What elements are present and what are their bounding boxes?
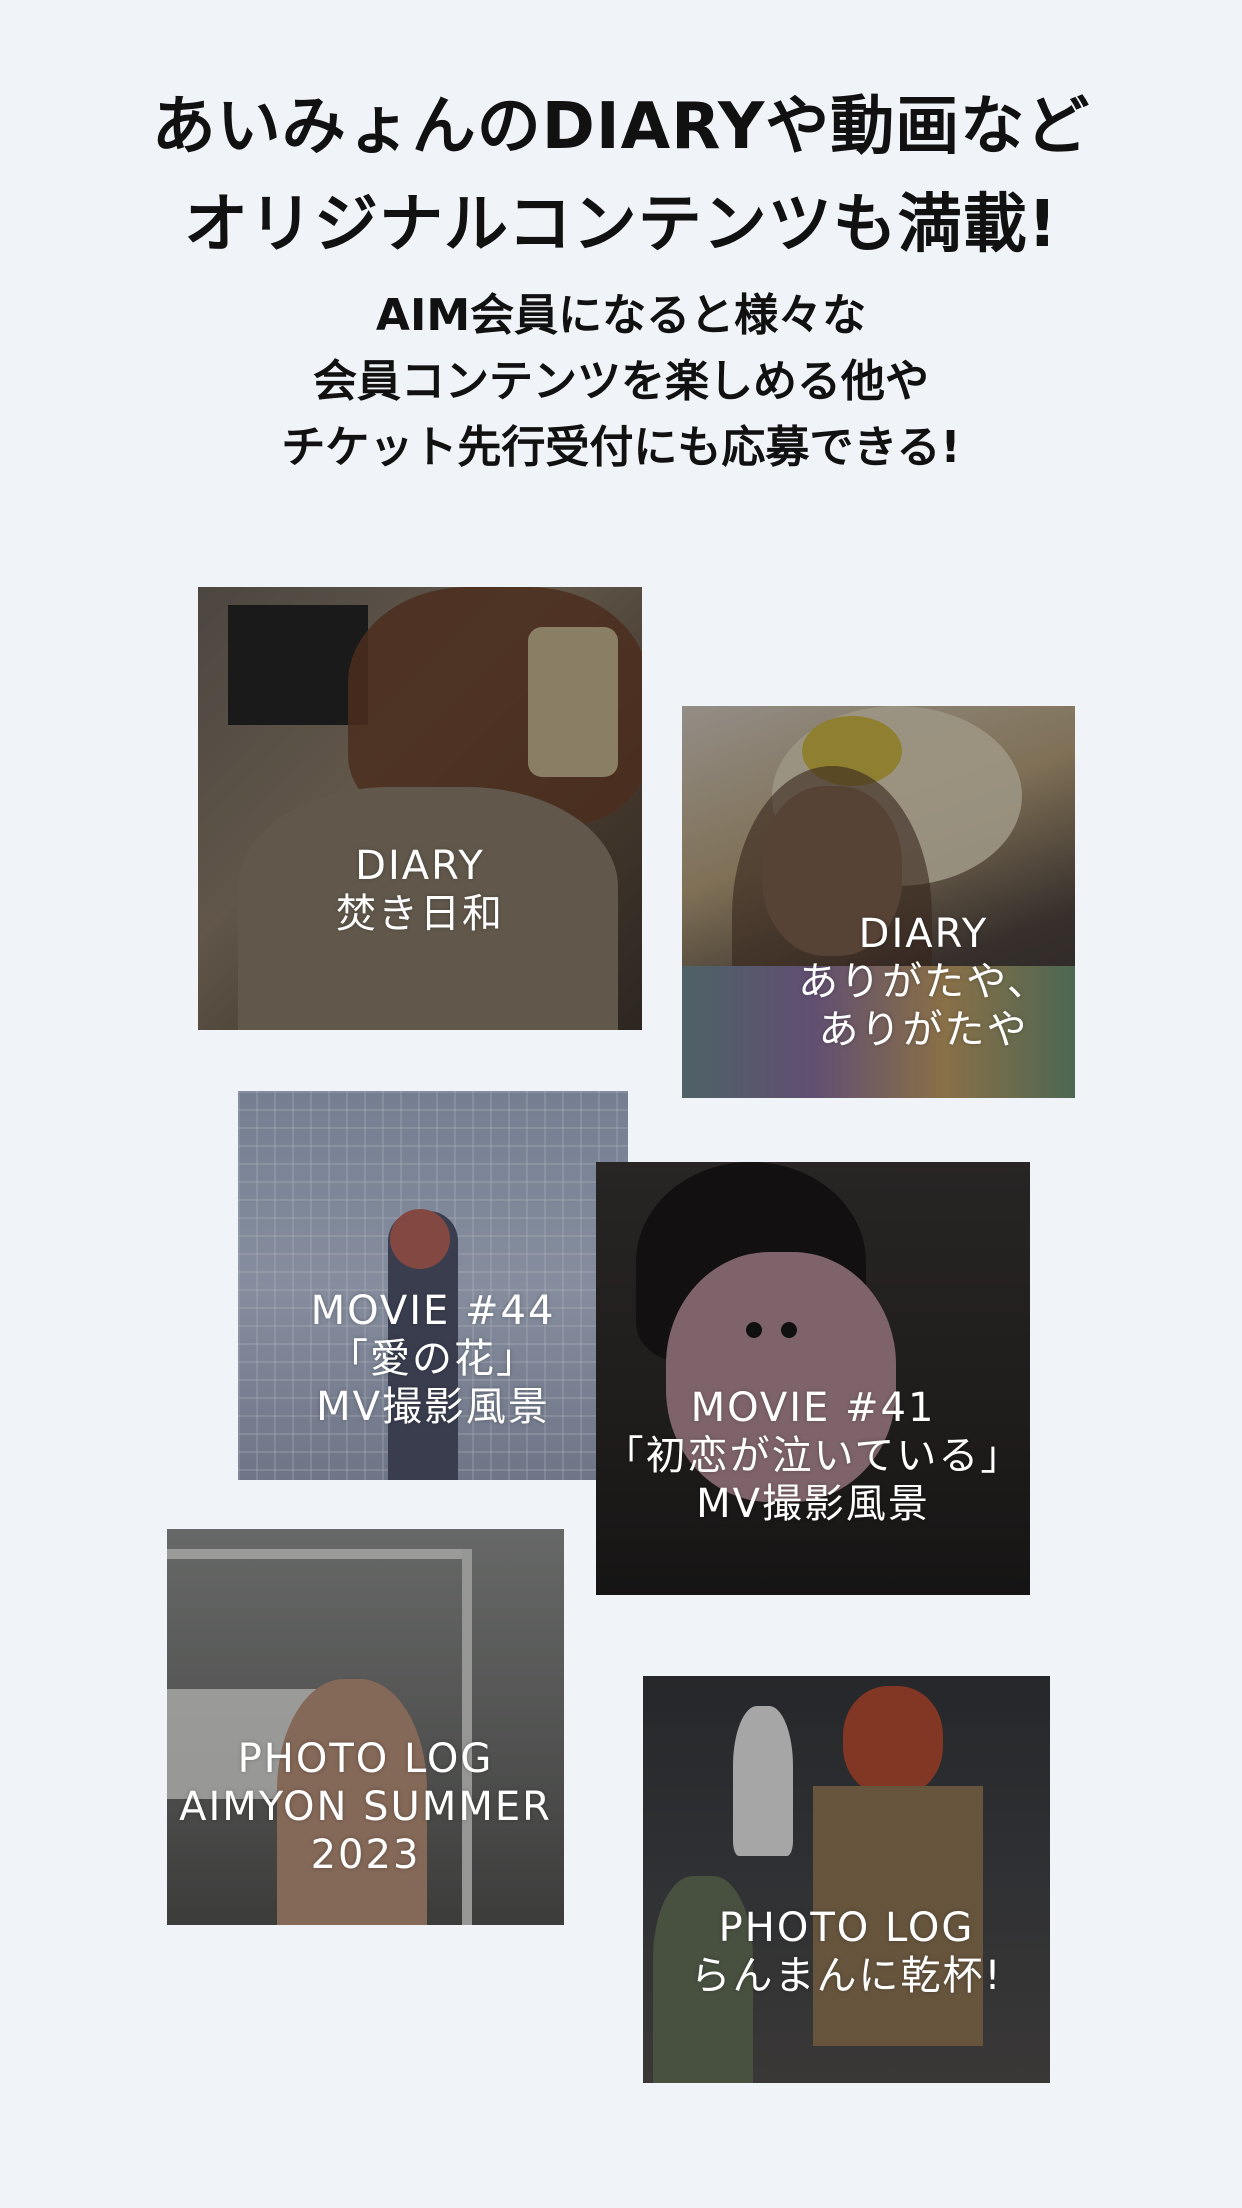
headline-line-2: オリジナルコンテンツも満載! xyxy=(184,188,1058,262)
card-title-line-1: 「初恋が泣いている」 xyxy=(603,1433,1023,1479)
card-title: らんまんに乾杯! xyxy=(690,1953,1003,1999)
subtext-line-3: チケット先行受付にも応募できる! xyxy=(281,422,961,473)
card-title-line-2: ありがたや xyxy=(818,1007,1029,1053)
card-category: PHOTO LOG xyxy=(718,1905,975,1951)
content-card-diary-1[interactable]: DIARY 焚き日和 xyxy=(198,587,642,1030)
content-card-photo-log-summer[interactable]: PHOTO LOG AIMYON SUMMER 2023 xyxy=(167,1529,564,1925)
card-title-line-1: ありがたや、 xyxy=(798,959,1049,1005)
headline-line-1: あいみょんのDIARYや動画など xyxy=(151,90,1091,164)
card-category: DIARY xyxy=(355,843,485,889)
content-card-movie-44[interactable]: MOVIE #44 「愛の花」 MV撮影風景 xyxy=(238,1091,628,1480)
content-card-diary-2[interactable]: DIARY ありがたや、 ありがたや xyxy=(682,706,1075,1098)
content-card-photo-log-ranman[interactable]: PHOTO LOG らんまんに乾杯! xyxy=(643,1676,1050,2083)
card-title: 焚き日和 xyxy=(336,891,504,937)
card-title-line-1: 「愛の花」 xyxy=(328,1336,538,1382)
card-title-line-2: 2023 xyxy=(310,1832,421,1878)
card-title-line-2: MV撮影風景 xyxy=(316,1384,550,1430)
content-card-movie-41[interactable]: MOVIE #41 「初恋が泣いている」 MV撮影風景 xyxy=(596,1162,1030,1595)
card-title-line-2: MV撮影風景 xyxy=(696,1481,930,1527)
card-category: PHOTO LOG xyxy=(237,1736,494,1782)
subtext-line-2: 会員コンテンツを楽しめる他や xyxy=(313,356,929,407)
card-category: MOVIE #41 xyxy=(690,1385,936,1431)
card-category: MOVIE #44 xyxy=(310,1288,556,1334)
subtext-line-1: AIM会員になると様々な xyxy=(375,290,867,341)
card-title-line-1: AIMYON SUMMER xyxy=(179,1784,552,1830)
card-category: DIARY xyxy=(858,911,989,957)
